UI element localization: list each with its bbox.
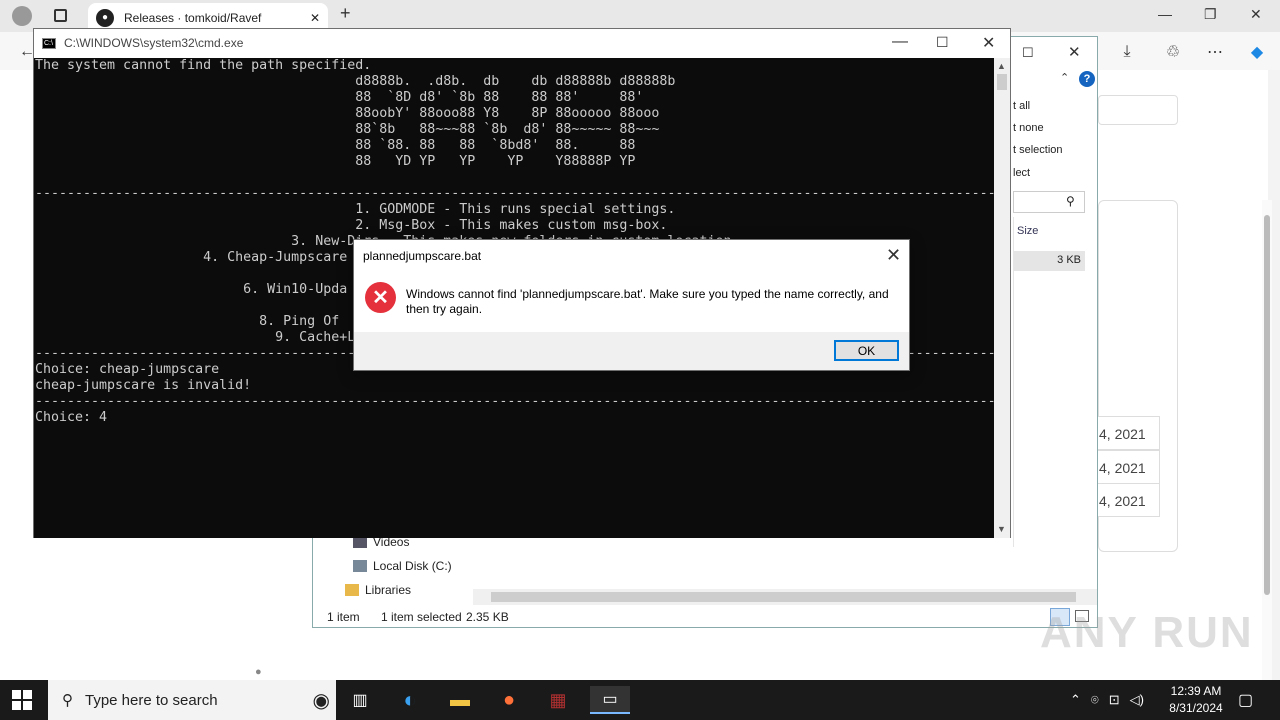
asset-date: 4, 2021 (1090, 483, 1160, 517)
folder-icon (345, 584, 359, 596)
cmd-minimize-button[interactable]: — (892, 33, 908, 51)
clock-time: 12:39 AM (1170, 684, 1222, 698)
scroll-down-icon[interactable]: ▼ (997, 524, 1006, 534)
windows-start-icon[interactable] (12, 690, 32, 710)
system-tray: ⌃ ⌾ ⊡ ◁) (1070, 680, 1144, 720)
cmd-icon: C:\ (42, 37, 56, 49)
cmd-title: C:\WINDOWS\system32\cmd.exe (64, 36, 244, 50)
github-icon: ● (96, 8, 114, 27)
cmd-maximize-button[interactable]: ☐ (936, 34, 949, 51)
device-icon[interactable]: ⌾ (1091, 692, 1099, 708)
navigation-pane: Videos Local Disk (C:) Libraries (313, 532, 468, 602)
scroll-thumb[interactable] (491, 592, 1076, 602)
nav-item-local-disk[interactable]: Local Disk (C:) (353, 559, 452, 573)
dialog-footer: OK (354, 332, 909, 370)
winrar-icon[interactable]: ▦ (544, 686, 572, 714)
nav-item-libraries[interactable]: Libraries (345, 583, 411, 597)
collapse-ribbon-icon[interactable]: ⌃ (1060, 71, 1069, 84)
status-bar: 1 item 1 item selected 2.35 KB (313, 607, 1097, 628)
dialog-title: plannedjumpscare.bat (363, 249, 482, 263)
explorer-maximize-button[interactable]: ☐ (1022, 45, 1034, 61)
file-row-selected[interactable]: 3 KB (1013, 251, 1085, 271)
select-all-item[interactable]: t all (1013, 100, 1030, 112)
column-size[interactable]: Size (1017, 225, 1038, 237)
downloads-icon[interactable]: ⤓ (1114, 40, 1140, 64)
page-search-box[interactable] (1098, 95, 1178, 125)
search-icon: ⚲ (62, 692, 73, 709)
scroll-thumb[interactable] (997, 74, 1007, 90)
globe-icon: ◉ (312, 689, 330, 712)
cmd-close-button[interactable]: ✕ (982, 33, 995, 53)
dialog-message: Windows cannot find 'plannedjumpscare.ba… (406, 287, 889, 316)
new-tab-button[interactable]: + (340, 3, 351, 24)
asset-date: 4, 2021 (1090, 416, 1160, 450)
asset-date: 4, 2021 (1090, 450, 1160, 484)
clock-date: 8/31/2024 (1169, 701, 1223, 715)
notification-icon[interactable]: ▢ (1238, 690, 1253, 710)
profile-icon[interactable] (12, 6, 32, 26)
edge-icon[interactable]: ◐ (396, 686, 424, 714)
horizontal-scrollbar[interactable] (473, 589, 1097, 605)
scroll-up-icon[interactable]: ▲ (997, 61, 1006, 71)
firefox-icon[interactable]: ● (495, 686, 523, 714)
select-menu: t all t none t selection lect (1013, 92, 1075, 187)
dialog-close-button[interactable]: ✕ (886, 245, 901, 266)
close-button[interactable]: ✕ (1250, 6, 1262, 23)
error-dialog: plannedjumpscare.bat ✕ ✕ Windows cannot … (353, 239, 910, 371)
cmd-titlebar[interactable]: C:\ C:\WINDOWS\system32\cmd.exe (34, 29, 1010, 57)
ok-button[interactable]: OK (834, 340, 899, 361)
watermark-logo: ANY RUN (1040, 608, 1254, 657)
select-none-item[interactable]: t none (1013, 122, 1044, 134)
minimize-button[interactable]: — (1158, 6, 1172, 22)
select-item[interactable]: lect (1013, 167, 1030, 179)
invert-selection-item[interactable]: t selection (1013, 144, 1063, 156)
status-selected: 1 item selected (381, 610, 462, 624)
cmd-taskbar-icon[interactable]: ▭ (590, 686, 630, 714)
drive-icon (353, 560, 367, 572)
restore-button[interactable]: ❐ (1204, 6, 1217, 23)
more-menu-icon[interactable]: ⋯ (1202, 40, 1228, 64)
status-size: 2.35 KB (466, 610, 509, 624)
tab-actions-icon[interactable] (54, 9, 67, 22)
page-scrollbar[interactable] (1262, 200, 1272, 680)
explorer-search-input[interactable]: ⚲ (1013, 191, 1085, 213)
explorer-close-button[interactable]: ✕ (1068, 43, 1081, 61)
network-icon[interactable]: ⊡ (1109, 692, 1120, 708)
scroll-thumb[interactable] (1264, 215, 1270, 595)
status-item-count: 1 item (327, 610, 360, 624)
extensions-icon[interactable]: ♲ (1160, 40, 1186, 64)
tab-title: Releases · tomkoid/Ravef (124, 10, 262, 25)
search-icon: ⚲ (1066, 194, 1075, 208)
chevron-up-icon[interactable]: ⌃ (1070, 692, 1081, 708)
search-placeholder: Type here to search (85, 691, 218, 709)
taskbar: ⚲ Type here to search ◉ ▥ ◐ ▬ ● ▦ ▭ ⌃ ⌾ … (0, 680, 1280, 720)
error-icon: ✕ (365, 282, 396, 313)
clock[interactable]: 12:39 AM 8/31/2024 (1166, 683, 1226, 717)
page-footer: ● (255, 666, 262, 678)
task-view-icon[interactable]: ▥ (346, 686, 374, 714)
tab-close-icon[interactable]: ✕ (310, 11, 320, 25)
copilot-icon[interactable]: ◆ (1244, 40, 1270, 64)
help-icon[interactable]: ? (1079, 71, 1095, 87)
taskbar-search-input[interactable]: ⚲ Type here to search ◉ (48, 680, 336, 720)
file-explorer-icon[interactable]: ▬ (446, 686, 474, 714)
cmd-scrollbar[interactable]: ▲ ▼ (994, 58, 1010, 538)
volume-icon[interactable]: ◁) (1130, 692, 1144, 708)
